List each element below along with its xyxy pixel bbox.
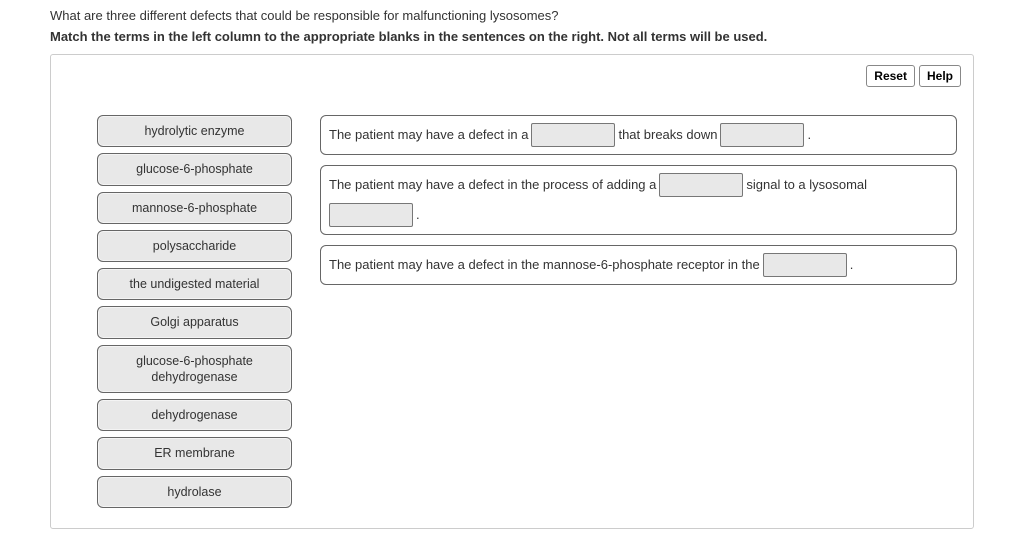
sentence-row: The patient may have a defect in the man… <box>320 245 957 285</box>
sentence-text: . <box>416 202 420 228</box>
term-item[interactable]: ER membrane <box>97 437 292 469</box>
term-item[interactable]: hydrolase <box>97 476 292 508</box>
sentence-text: The patient may have a defect in the pro… <box>329 172 656 198</box>
sentence-text: signal to a lysosomal <box>746 172 867 198</box>
term-item[interactable]: mannose-6-phosphate <box>97 192 292 224</box>
sentence-text: . <box>807 122 811 148</box>
content-area: hydrolytic enzyme glucose-6-phosphate ma… <box>67 115 957 508</box>
drop-blank[interactable] <box>720 123 804 147</box>
sentence-text: The patient may have a defect in the man… <box>329 252 760 278</box>
term-item[interactable]: Golgi apparatus <box>97 306 292 338</box>
drop-blank[interactable] <box>329 203 413 227</box>
term-item[interactable]: the undigested material <box>97 268 292 300</box>
reset-button[interactable]: Reset <box>866 65 915 87</box>
exercise-panel: Reset Help hydrolytic enzyme glucose-6-p… <box>50 54 974 529</box>
drop-blank[interactable] <box>763 253 847 277</box>
sentence-row: The patient may have a defect in the pro… <box>320 165 957 235</box>
sentence-text: . <box>850 252 854 278</box>
term-item[interactable]: polysaccharide <box>97 230 292 262</box>
drop-blank[interactable] <box>659 173 743 197</box>
term-item[interactable]: glucose-6-phosphate <box>97 153 292 185</box>
sentence-row: The patient may have a defect in a that … <box>320 115 957 155</box>
sentences-column: The patient may have a defect in a that … <box>320 115 957 508</box>
sentence-text: that breaks down <box>618 122 717 148</box>
term-item[interactable]: glucose-6-phosphate dehydrogenase <box>97 345 292 394</box>
term-item[interactable]: dehydrogenase <box>97 399 292 431</box>
sentence-text: The patient may have a defect in a <box>329 122 528 148</box>
question-text: What are three different defects that co… <box>50 8 974 23</box>
drop-blank[interactable] <box>531 123 615 147</box>
help-button[interactable]: Help <box>919 65 961 87</box>
panel-controls: Reset Help <box>866 65 961 87</box>
term-item[interactable]: hydrolytic enzyme <box>97 115 292 147</box>
terms-column: hydrolytic enzyme glucose-6-phosphate ma… <box>97 115 292 508</box>
instruction-text: Match the terms in the left column to th… <box>50 29 974 44</box>
